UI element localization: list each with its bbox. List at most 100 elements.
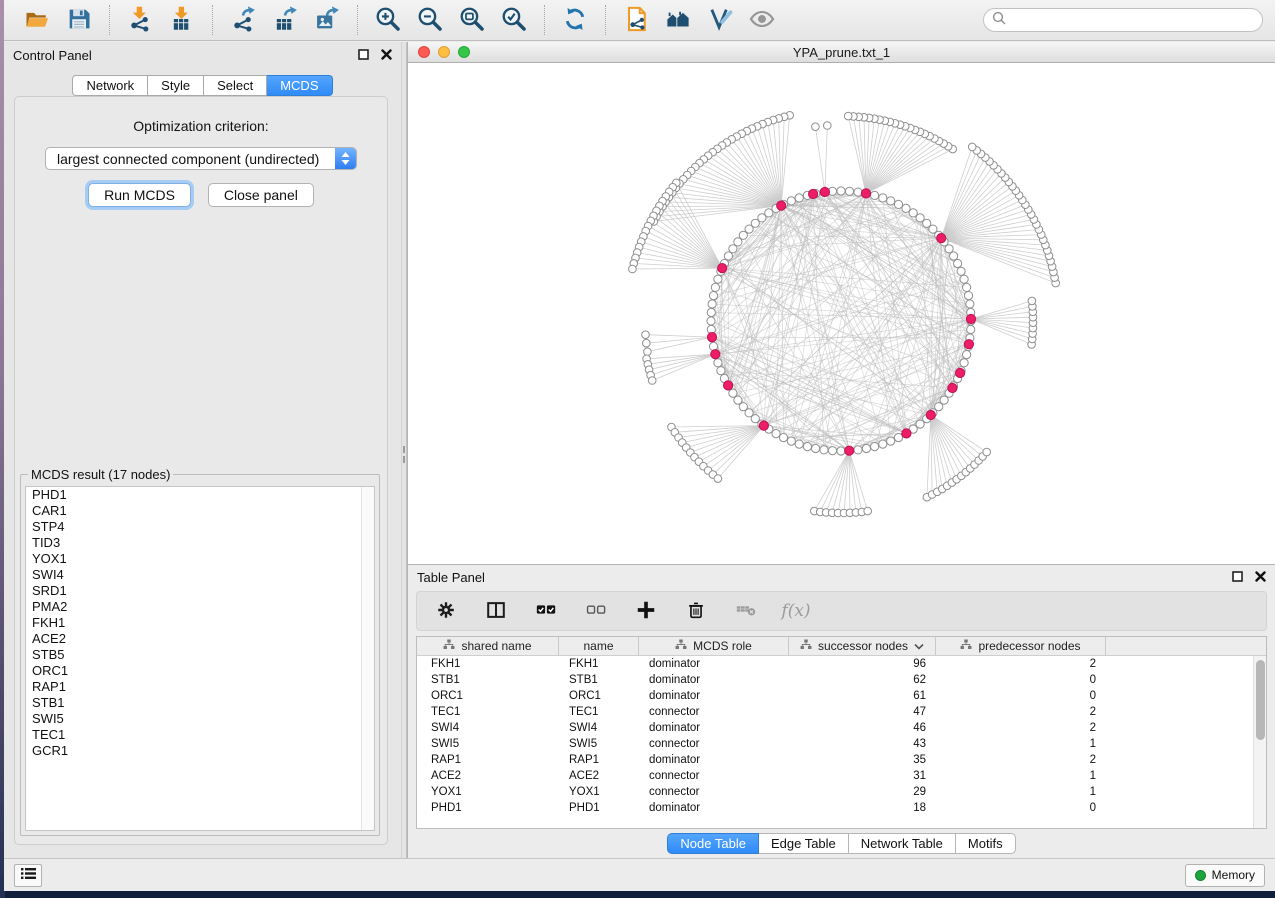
table-row[interactable]: ORC1ORC1dominator610 [417,688,1266,704]
mcds-result-item[interactable]: TID3 [26,535,374,551]
tab-motifs[interactable]: Motifs [956,833,1016,854]
mcds-network-node[interactable] [937,234,946,243]
close-panel-icon[interactable] [381,48,392,63]
table-row[interactable]: SWI4SWI4dominator462 [417,720,1266,736]
table-cell[interactable]: 2 [936,656,1106,672]
show-columns-button[interactable] [483,598,509,624]
open-file-button[interactable] [21,4,53,36]
network-node[interactable] [795,194,803,202]
network-node[interactable] [644,348,652,356]
table-row[interactable]: SWI5SWI5connector431 [417,736,1266,752]
mcds-network-node[interactable] [707,333,716,342]
task-history-button[interactable] [14,864,42,887]
table-cell[interactable]: TEC1 [417,704,559,720]
table-scrollbar[interactable] [1253,656,1266,828]
table-cell[interactable]: dominator [639,720,789,736]
table-cell[interactable]: 0 [936,672,1106,688]
table-cell[interactable]: ORC1 [559,688,639,704]
column-header-MCDS-role[interactable]: MCDS role [639,637,789,655]
mcds-result-item[interactable]: STP4 [26,519,374,535]
mcds-result-item[interactable]: PHD1 [26,487,374,503]
mcds-network-node[interactable] [820,187,829,196]
tab-network[interactable]: Network [72,75,148,96]
network-node[interactable] [879,194,887,202]
network-node[interactable] [707,317,715,325]
import-network-button[interactable] [124,4,156,36]
network-node[interactable] [957,267,965,275]
table-cell[interactable]: 2 [936,704,1106,720]
mcds-result-item[interactable]: STB5 [26,647,374,663]
tab-mcds[interactable]: MCDS [267,75,332,96]
table-cell[interactable]: 2 [936,752,1106,768]
home-button[interactable] [662,4,694,36]
network-node[interactable] [909,209,917,217]
search-input[interactable] [1011,13,1254,28]
table-cell[interactable]: SWI5 [559,736,639,752]
table-cell[interactable]: 46 [789,720,936,736]
mcds-network-node[interactable] [964,340,973,349]
network-node[interactable] [707,308,715,316]
network-node[interactable] [642,331,650,339]
table-cell[interactable]: YOX1 [417,784,559,800]
network-node[interactable] [714,275,722,283]
search-field[interactable] [983,8,1263,32]
mcds-network-node[interactable] [845,446,854,455]
mcds-network-node[interactable] [902,429,911,438]
network-node[interactable] [714,359,722,367]
table-cell[interactable]: connector [639,704,789,720]
network-node[interactable] [643,339,651,347]
table-cell[interactable]: dominator [639,656,789,672]
table-cell[interactable]: SWI4 [559,720,639,736]
table-cell[interactable]: dominator [639,752,789,768]
table-cell[interactable]: 1 [936,736,1106,752]
network-node[interactable] [864,507,872,515]
export-image-button[interactable] [311,4,343,36]
tab-edge-table[interactable]: Edge Table [759,833,849,854]
network-node[interactable] [844,112,852,120]
network-node[interactable] [983,448,991,456]
network-node[interactable] [828,447,836,455]
table-cell[interactable]: connector [639,736,789,752]
panel-splitter[interactable] [401,42,407,858]
float-table-panel-icon[interactable] [1232,570,1243,585]
table-cell[interactable]: dominator [639,672,789,688]
zoom-fit-button[interactable] [456,4,488,36]
table-cell[interactable]: 31 [789,768,936,784]
network-node[interactable] [967,325,975,333]
mcds-result-item[interactable]: PMA2 [26,599,374,615]
window-close-icon[interactable] [418,46,430,58]
network-node[interactable] [871,443,879,451]
window-minimize-icon[interactable] [438,46,450,58]
tab-select[interactable]: Select [204,75,267,96]
export-table-button[interactable] [269,4,301,36]
network-node[interactable] [887,437,895,445]
table-row[interactable]: ACE2ACE2connector311 [417,768,1266,784]
table-cell[interactable]: SWI5 [417,736,559,752]
table-row[interactable]: TEC1TEC1connector472 [417,704,1266,720]
table-cell[interactable]: SWI4 [417,720,559,736]
column-header-name[interactable]: name [559,637,639,655]
table-cell[interactable]: RAP1 [559,752,639,768]
mcds-network-node[interactable] [956,368,965,377]
network-node[interactable] [963,351,971,359]
column-header-predecessor-nodes[interactable]: predecessor nodes [936,637,1106,655]
network-node[interactable] [820,446,828,454]
table-cell[interactable]: connector [639,768,789,784]
table-cell[interactable]: connector [639,784,789,800]
mcds-network-node[interactable] [809,189,818,198]
table-cell[interactable]: STB1 [417,672,559,688]
tab-network-table[interactable]: Network Table [849,833,956,854]
table-cell[interactable]: 61 [789,688,936,704]
network-node[interactable] [879,440,887,448]
close-panel-button[interactable]: Close panel [208,183,314,207]
mcds-network-node[interactable] [759,421,768,430]
table-cell[interactable]: 43 [789,736,936,752]
network-node[interactable] [1028,297,1036,305]
toggle-style-button[interactable] [704,4,736,36]
tab-node-table[interactable]: Node Table [667,833,759,854]
network-node[interactable] [824,122,832,130]
network-node[interactable] [845,187,853,195]
table-cell[interactable]: FKH1 [559,656,639,672]
mcds-result-item[interactable]: YOX1 [26,551,374,567]
mcds-network-node[interactable] [948,383,957,392]
